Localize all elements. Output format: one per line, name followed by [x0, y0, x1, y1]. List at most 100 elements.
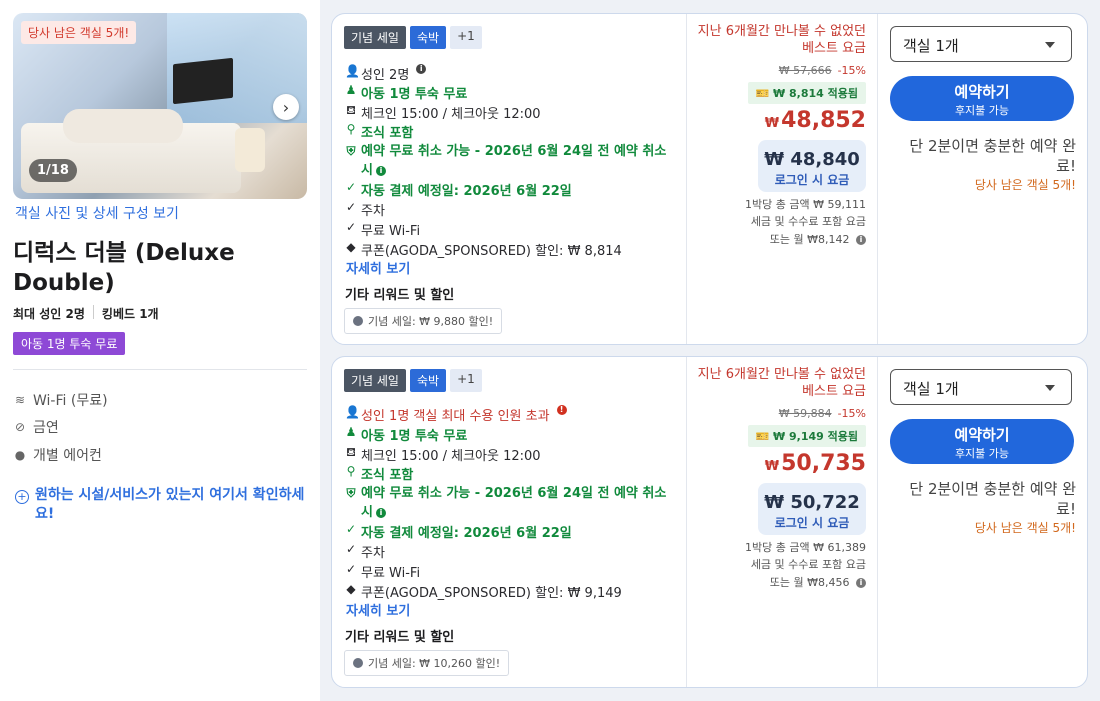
feature-parking: ✓ 주차 — [345, 542, 385, 561]
room-count-select[interactable]: 객실 1개 — [890, 26, 1072, 62]
tag-stay: 숙박 — [409, 369, 447, 392]
check-icon: ✓ — [345, 200, 357, 214]
feature-payment-date: ✓ 자동 결제 예정일: 2026년 6월 22일 — [345, 180, 572, 199]
book-sublabel: 후지불 가능 — [954, 104, 1010, 117]
booking-column: 객실 1개 예약하기 후지불 가능 단 2분이면 충분한 예약 완료! 당사 남… — [877, 14, 1087, 344]
room-title: 디럭스 더블 (Deluxe Double) — [13, 240, 235, 296]
room-photo[interactable]: 당사 남은 객실 5개! › 1/18 — [13, 13, 307, 199]
book-sublabel: 후지불 가능 — [954, 447, 1010, 460]
feature-wifi: ✓ 무료 Wi-Fi — [345, 220, 420, 239]
chevron-right-icon[interactable]: › — [273, 94, 299, 120]
book-button[interactable]: 예약하기 후지불 가능 — [890, 76, 1074, 121]
book-button[interactable]: 예약하기 후지불 가능 — [890, 419, 1074, 464]
login-price-box[interactable]: ₩ 48,840 로그인 시 요금 — [758, 140, 866, 192]
cutlery-icon: ⚲ — [346, 464, 356, 478]
hurry-message: 단 2분이면 충분한 예약 완료! — [909, 480, 1076, 518]
info-icon[interactable]: i — [856, 235, 866, 245]
chevron-down-icon — [1045, 385, 1055, 391]
amenity-wifi: ≋ Wi-Fi (무료) — [13, 390, 108, 410]
cancel-text: 예약 무료 취소 가능 - 2026년 6월 24일 전 예약 취소 시i — [361, 144, 667, 178]
info-icon[interactable]: ! — [556, 405, 567, 415]
divider — [13, 369, 307, 370]
no-smoking-icon: ⊘ — [14, 420, 26, 434]
details-link[interactable]: 자세히 보기 — [346, 258, 410, 277]
bell-icon: ⛾ — [346, 445, 356, 459]
person-icon: 👤 — [345, 405, 360, 419]
max-guests: 최대 성인 2명 — [13, 307, 85, 321]
coupon-applied-badge: 🎫 ₩ 8,814 적용됨 — [747, 82, 866, 104]
coupon-applied-badge: 🎫 ₩ 9,149 적용됨 — [747, 425, 866, 447]
amenity-label: 개별 에어컨 — [33, 448, 102, 464]
book-label: 예약하기 — [954, 426, 1010, 444]
tax-note: 세금 및 수수료 포함 요금 — [750, 558, 866, 571]
monthly-price: 또는 월 ₩8,456 i — [770, 574, 866, 590]
original-price-row: ₩ 57,666 -15% — [779, 64, 866, 77]
original-price: ₩ 57,666 — [778, 64, 832, 77]
login-price-label: 로그인 시 요금 — [774, 516, 850, 530]
tag-more[interactable]: +1 — [450, 26, 482, 49]
check-icon: ✓ — [345, 220, 357, 234]
book-label: 예약하기 — [954, 83, 1010, 101]
check-circle-icon: ● — [14, 448, 26, 462]
reward-text: 기념 세일: ₩ 9,880 할인! — [368, 315, 494, 328]
reward-text: 기념 세일: ₩ 10,260 할인! — [368, 657, 501, 670]
amenity-no-smoking: ⊘ 금연 — [13, 417, 59, 437]
info-icon[interactable]: i — [375, 507, 386, 518]
details-link[interactable]: 자세히 보기 — [346, 600, 410, 619]
check-icon: ✓ — [345, 180, 357, 194]
best-price-note: 지난 6개월간 만나볼 수 없었던 베스트 요금 — [697, 24, 866, 56]
tag-stay: 숙박 — [409, 26, 447, 49]
payment-text: 자동 결제 예정일: 2026년 6월 22일 — [361, 184, 572, 199]
info-icon[interactable]: i — [856, 578, 866, 588]
photo-counter: 1/18 — [29, 159, 77, 182]
room-meta: 최대 성인 2명 킹베드 1개 — [13, 305, 159, 322]
rate-offer-card: 기념 세일 숙박 +1 👤 성인 2명 i ♟ 아동 1명 투숙 무료 ⛾ 체크… — [331, 13, 1088, 345]
facility-inquiry-link[interactable]: + 원하는 시설/서비스가 있는지 여기서 확인하세요! — [15, 486, 305, 524]
person-icon: 👤 — [345, 64, 360, 78]
shield-check-icon: ⛨ — [346, 486, 356, 500]
rewards-heading: 기타 리워드 및 할인 — [345, 630, 455, 645]
coupon-text: 쿠폰(AGODA_SPONSORED) 할인: ₩ 9,149 — [361, 586, 622, 601]
login-price-box[interactable]: ₩ 50,722 로그인 시 요금 — [758, 483, 866, 535]
child-icon: ♟ — [345, 83, 357, 97]
check-icon: ✓ — [345, 522, 357, 536]
tag-anniversary-sale: 기념 세일 — [344, 369, 406, 392]
child-text: 아동 1명 투숙 무료 — [361, 429, 468, 444]
applied-text: ₩ 9,149 적용됨 — [773, 430, 858, 443]
feature-guests: 👤 성인 2명 i — [345, 64, 427, 83]
parking-text: 주차 — [361, 546, 385, 561]
payment-text: 자동 결제 예정일: 2026년 6월 22일 — [361, 526, 572, 541]
tag-icon: ◆ — [346, 582, 356, 596]
room-count-select[interactable]: 객실 1개 — [890, 369, 1072, 405]
price-value: 50,735 — [781, 451, 866, 476]
tax-note: 세금 및 수수료 포함 요금 — [750, 215, 866, 228]
feature-parking: ✓ 주차 — [345, 200, 385, 219]
feature-checkin: ⛾ 체크인 15:00 / 체크아웃 12:00 — [345, 445, 541, 464]
feature-checkin: ⛾ 체크인 15:00 / 체크아웃 12:00 — [345, 103, 540, 122]
price-value: 48,852 — [781, 108, 866, 133]
facility-inquiry-text: 원하는 시설/서비스가 있는지 여기서 확인하세요! — [35, 487, 305, 522]
reward-chip[interactable]: 기념 세일: ₩ 9,880 할인! — [344, 308, 503, 334]
rewards-heading: 기타 리워드 및 할인 — [345, 288, 455, 303]
checkin-text: 체크인 15:00 / 체크아웃 12:00 — [361, 449, 541, 464]
tag-more[interactable]: +1 — [450, 369, 482, 392]
info-icon[interactable]: i — [375, 165, 386, 176]
login-price: ₩ 48,840 — [764, 149, 860, 170]
applied-text: ₩ 8,814 적용됨 — [773, 87, 858, 100]
original-price: ₩ 59,884 — [778, 407, 832, 420]
original-price-row: ₩ 59,884 -15% — [779, 407, 866, 420]
breakfast-text: 조식 포함 — [361, 468, 414, 483]
currency-symbol: ₩ — [764, 116, 780, 131]
room-count-value: 객실 1개 — [903, 380, 959, 398]
rooms-left-note: 당사 남은 객실 5개! — [974, 521, 1076, 535]
feature-child: ♟ 아동 1명 투숙 무료 — [345, 425, 468, 444]
monthly-text: 또는 월 ₩8,142 — [769, 233, 850, 246]
ticket-icon: 🎫 — [755, 430, 770, 443]
room-photos-link[interactable]: 객실 사진 및 상세 구성 보기 — [15, 203, 179, 223]
guests-text: 성인 2명 — [361, 68, 410, 83]
info-icon[interactable]: i — [416, 64, 427, 74]
amenity-label: Wi-Fi (무료) — [33, 393, 108, 409]
cancel-text: 예약 무료 취소 가능 - 2026년 6월 24일 전 예약 취소 시i — [361, 486, 667, 520]
reward-chip[interactable]: 기념 세일: ₩ 10,260 할인! — [344, 650, 510, 676]
best-price-note: 지난 6개월간 만나볼 수 없었던 베스트 요금 — [697, 367, 866, 399]
